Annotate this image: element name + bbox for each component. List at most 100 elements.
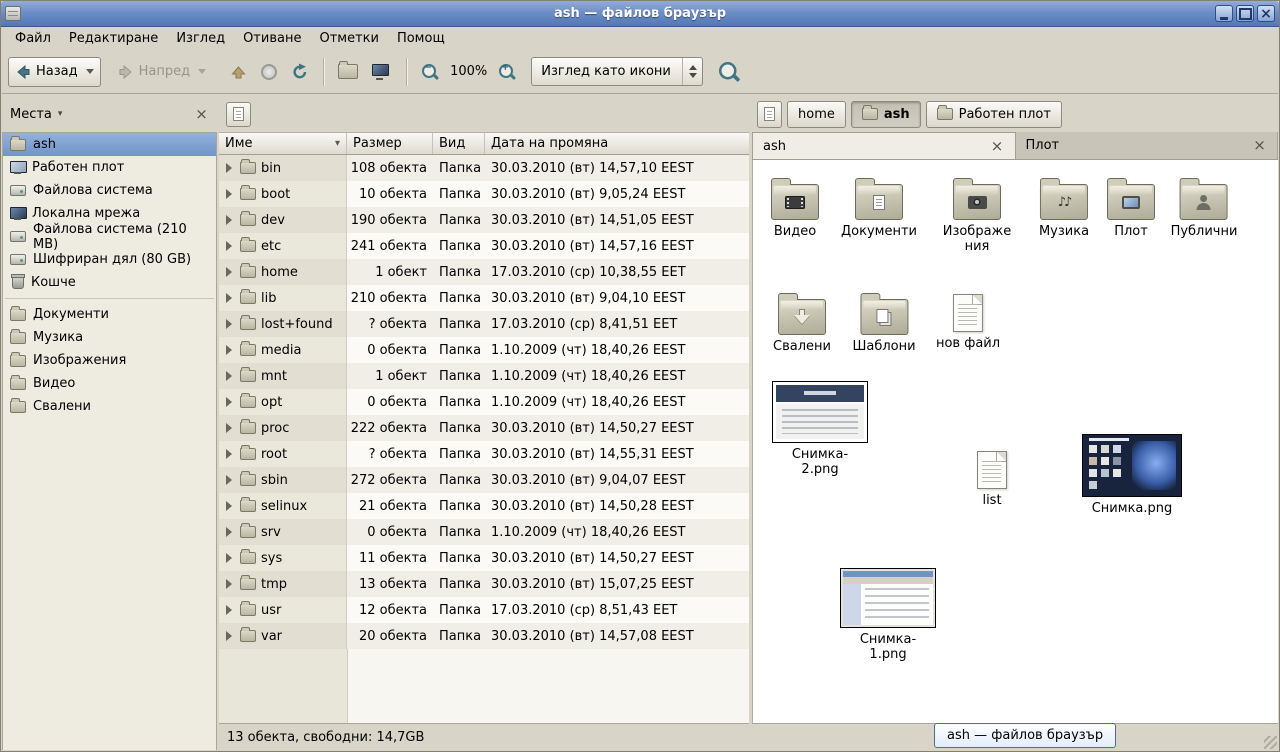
expander-icon[interactable] (226, 319, 232, 329)
pathbar-current-button[interactable]: ash (851, 101, 921, 128)
search-button[interactable] (713, 57, 745, 87)
minimize-button[interactable] (1215, 5, 1233, 22)
resize-grip[interactable] (1264, 736, 1277, 749)
icon-item-templates[interactable]: Шаблони (852, 293, 915, 355)
table-row-sbin[interactable]: sbin 272 обекта Папка 30.03.2010 (вт) 9,… (219, 467, 749, 493)
table-row-home[interactable]: home 1 обект Папка 17.03.2010 (ср) 10,38… (219, 259, 749, 285)
pathbar-home-button[interactable]: home (787, 101, 846, 128)
close-button[interactable] (1257, 5, 1275, 22)
table-row-opt[interactable]: opt 0 обекта Папка 1.10.2009 (чт) 18,40,… (219, 389, 749, 415)
home-button[interactable] (331, 57, 365, 87)
maximize-button[interactable] (1236, 5, 1254, 22)
table-row-dev[interactable]: dev 190 обекта Папка 30.03.2010 (вт) 14,… (219, 207, 749, 233)
up-button[interactable] (223, 57, 254, 87)
expander-icon[interactable] (226, 553, 232, 563)
expander-icon[interactable] (226, 449, 232, 459)
column-header-type[interactable]: Вид (433, 133, 485, 154)
expander-icon[interactable] (226, 605, 232, 615)
table-row-boot[interactable]: boot 10 обекта Папка 30.03.2010 (вт) 9,0… (219, 181, 749, 207)
table-row-sys[interactable]: sys 11 обекта Папка 30.03.2010 (вт) 14,5… (219, 545, 749, 571)
sidebar-item-desktop[interactable]: Работен плот (3, 156, 216, 179)
computer-button[interactable] (365, 57, 399, 87)
sidebar-item-downloads[interactable]: Свалени (3, 395, 216, 418)
zoom-in-button[interactable]: + (491, 57, 523, 87)
sidebar-item-ash[interactable]: ash (3, 133, 216, 156)
table-row-bin[interactable]: bin 108 обекта Папка 30.03.2010 (вт) 14,… (219, 155, 749, 181)
reload-button[interactable] (284, 57, 316, 87)
sidebar-chevron-icon[interactable] (58, 109, 63, 119)
icon-item-snimka2[interactable]: Снимка-2.png (772, 381, 868, 478)
table-row-mnt[interactable]: mnt 1 обект Папка 1.10.2009 (чт) 18,40,2… (219, 363, 749, 389)
icon-item-list-file[interactable]: list (977, 448, 1007, 509)
icon-item-public[interactable]: Публични (1171, 178, 1238, 240)
table-row-root[interactable]: root ? обекта Папка 30.03.2010 (вт) 14,5… (219, 441, 749, 467)
expander-icon[interactable] (226, 631, 232, 641)
titlebar[interactable]: ash — файлов браузър (1, 1, 1279, 27)
expander-icon[interactable] (226, 241, 232, 251)
icon-item-documents[interactable]: Документи (841, 178, 917, 240)
expander-icon[interactable] (226, 345, 232, 355)
icon-item-downloads[interactable]: Свалени (773, 293, 831, 355)
pathbar-root-button[interactable] (757, 101, 782, 128)
pathbar-desktop-button[interactable]: Работен плот (926, 101, 1062, 128)
column-header-date[interactable]: Дата на промяна (485, 133, 749, 154)
menu-file[interactable]: Файл (6, 28, 60, 49)
sidebar-item-documents[interactable]: Документи (3, 303, 216, 326)
icon-view[interactable]: Видео Документи Изображения Музика Плот … (752, 160, 1278, 723)
menu-go[interactable]: Отиване (234, 28, 310, 49)
expander-icon[interactable] (226, 397, 232, 407)
sidebar-item-videos[interactable]: Видео (3, 372, 216, 395)
tab-desktop[interactable]: Плот (1016, 132, 1279, 159)
expander-icon[interactable] (226, 163, 232, 173)
tab-ash[interactable]: ash (752, 132, 1016, 159)
table-row-media[interactable]: media 0 обекта Папка 1.10.2009 (чт) 18,4… (219, 337, 749, 363)
table-row-etc[interactable]: etc 241 обекта Папка 30.03.2010 (вт) 14,… (219, 233, 749, 259)
menu-edit[interactable]: Редактиране (60, 28, 167, 49)
icon-item-snimka1[interactable]: Снимка-1.png (840, 568, 936, 663)
sidebar-item-filesystem[interactable]: Файлова система (3, 179, 216, 202)
icon-item-pictures[interactable]: Изображения (941, 178, 1013, 255)
expander-icon[interactable] (226, 501, 232, 511)
table-row-var[interactable]: var 20 обекта Папка 30.03.2010 (вт) 14,5… (219, 623, 749, 649)
table-row-usr[interactable]: usr 12 обекта Папка 17.03.2010 (ср) 8,51… (219, 597, 749, 623)
table-row-tmp[interactable]: tmp 13 обекта Папка 30.03.2010 (вт) 15,0… (219, 571, 749, 597)
sidebar-title[interactable]: Места (10, 107, 52, 122)
icon-item-snimka[interactable]: Снимка.png (1082, 434, 1182, 517)
icon-item-new-file[interactable]: нов файл (936, 291, 1000, 352)
zoom-out-button[interactable]: − (414, 57, 446, 87)
back-dropdown-icon[interactable] (86, 69, 94, 74)
table-row-srv[interactable]: srv 0 обекта Папка 1.10.2009 (чт) 18,40,… (219, 519, 749, 545)
sidebar-item-pictures[interactable]: Изображения (3, 349, 216, 372)
expander-icon[interactable] (226, 527, 232, 537)
table-row-lost-found[interactable]: lost+found ? обекта Папка 17.03.2010 (ср… (219, 311, 749, 337)
sidebar-item-music[interactable]: Музика (3, 326, 216, 349)
expander-icon[interactable] (226, 215, 232, 225)
expander-icon[interactable] (226, 579, 232, 589)
sidebar-item-encrypted-80gb[interactable]: Шифриран дял (80 GB) (3, 248, 216, 271)
icon-item-music[interactable]: Музика (1039, 178, 1089, 240)
table-row-lib[interactable]: lib 210 обекта Папка 30.03.2010 (вт) 9,0… (219, 285, 749, 311)
forward-button[interactable]: Напред (111, 57, 213, 87)
tab-close-button[interactable] (1252, 138, 1267, 153)
menu-view[interactable]: Изглед (167, 28, 234, 49)
sidebar-close-button[interactable] (194, 107, 209, 122)
back-button[interactable]: Назад (8, 57, 101, 87)
pane-location-button[interactable] (226, 102, 251, 127)
table-row-proc[interactable]: proc 222 обекта Папка 30.03.2010 (вт) 14… (219, 415, 749, 441)
expander-icon[interactable] (226, 371, 232, 381)
sidebar-item-filesystem-210mb[interactable]: Файлова система (210 MB) (3, 225, 216, 248)
icon-item-desktop-folder[interactable]: Плот (1107, 178, 1155, 240)
expander-icon[interactable] (226, 423, 232, 433)
column-header-size[interactable]: Размер (347, 133, 433, 154)
tab-close-button[interactable] (990, 139, 1005, 154)
sidebar-item-trash[interactable]: Кошче (3, 271, 216, 294)
view-mode-select[interactable]: Изглед като икони (531, 57, 703, 86)
stop-button[interactable] (254, 57, 284, 87)
icon-item-video[interactable]: Видео (771, 178, 819, 240)
menu-help[interactable]: Помощ (388, 28, 454, 49)
column-header-name[interactable]: Име (219, 133, 347, 154)
menu-bookmarks[interactable]: Отметки (310, 28, 387, 49)
expander-icon[interactable] (226, 293, 232, 303)
expander-icon[interactable] (226, 189, 232, 199)
expander-icon[interactable] (226, 267, 232, 277)
